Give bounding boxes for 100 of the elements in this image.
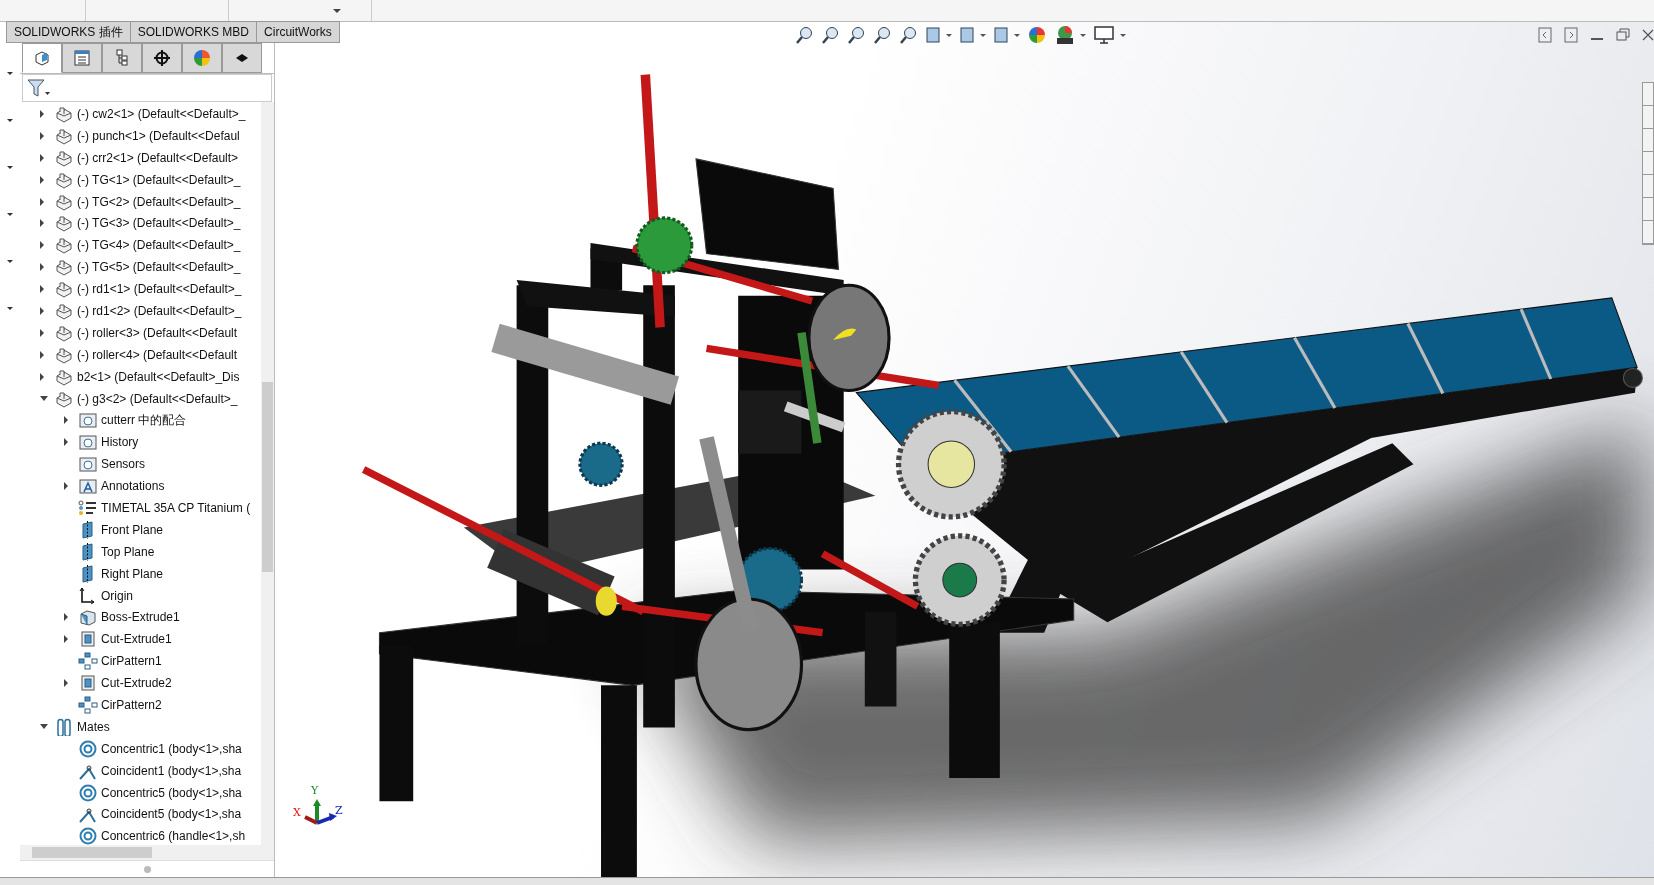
property-tab[interactable] — [62, 43, 102, 73]
view-tool-icon[interactable] — [873, 25, 893, 45]
expand-toggle[interactable] — [64, 416, 68, 425]
tree-item[interactable]: (-) roller<4> (Default<<Default — [77, 347, 238, 362]
expand-toggle[interactable] — [64, 613, 68, 622]
tree-item[interactable]: Cut-Extrude1 — [101, 632, 172, 647]
tree-item[interactable]: (-) g3<2> (Default<<Default>_ — [77, 391, 238, 406]
tree-item[interactable]: Coincident5 (body<1>,sha — [101, 807, 242, 822]
task-pane-tab[interactable] — [1643, 221, 1653, 244]
expand-toggle[interactable] — [64, 679, 68, 688]
task-pane-tab[interactable] — [1643, 152, 1653, 175]
tree-item[interactable]: Concentric6 (handle<1>,sh — [101, 829, 246, 844]
view-tool-icon[interactable] — [847, 25, 867, 45]
caret-icon[interactable] — [7, 260, 13, 263]
expand-toggle[interactable] — [40, 109, 44, 118]
mates-icon — [54, 717, 74, 736]
expand-toggle[interactable] — [40, 724, 48, 730]
expand-toggle[interactable] — [40, 219, 44, 228]
tree-item[interactable]: Annotations — [101, 479, 165, 494]
configuration-tab[interactable] — [102, 43, 142, 73]
tree-item[interactable]: Front Plane — [101, 522, 164, 537]
command-tab[interactable]: SOLIDWORKS 插件 — [6, 21, 131, 43]
monitor-icon[interactable] — [1093, 25, 1127, 45]
tree-item[interactable]: Sensors — [101, 457, 146, 472]
tree-item[interactable]: Boss-Extrude1 — [101, 610, 180, 625]
vertical-scrollbar[interactable] — [261, 102, 274, 845]
command-tab[interactable]: CircuitWorks — [257, 21, 340, 43]
caret-icon[interactable] — [7, 166, 13, 169]
tree-item[interactable]: Concentric1 (body<1>,sha — [101, 741, 242, 756]
expand-toggle[interactable] — [40, 241, 44, 250]
expand-toggle[interactable] — [40, 372, 44, 381]
tree-item[interactable]: History — [101, 435, 139, 450]
expand-toggle[interactable] — [40, 175, 44, 184]
expand-toggle[interactable] — [40, 328, 44, 337]
expand-toggle[interactable] — [40, 350, 44, 359]
expand-toggle[interactable] — [40, 153, 44, 162]
horizontal-scrollbar[interactable] — [20, 845, 274, 860]
color-wheel-icon — [193, 49, 211, 67]
tree-item[interactable]: b2<1> (Default<<Default>_Dis — [77, 369, 240, 384]
expand-toggle[interactable] — [40, 131, 44, 140]
dimxpert-tab[interactable] — [142, 43, 182, 73]
expand-toggle[interactable] — [40, 396, 48, 401]
view-orientation-icon[interactable] — [925, 25, 953, 45]
expand-toggle[interactable] — [64, 438, 68, 447]
tree-item[interactable]: (-) TG<4> (Default<<Default>_ — [77, 238, 241, 253]
tree-item[interactable]: (-) TG<1> (Default<<Default>_ — [77, 172, 241, 187]
filter-icon[interactable] — [27, 78, 51, 98]
tree-item[interactable]: (-) rd1<1> (Default<<Default>_ — [77, 282, 242, 297]
tree-item[interactable]: (-) punch<1> (Default<<Defaul — [77, 128, 240, 143]
tree-item[interactable]: TIMETAL 35A CP Titanium ( — [101, 500, 251, 515]
caret-icon[interactable] — [7, 307, 13, 310]
tree-item[interactable]: Coincident1 (body<1>,sha — [101, 763, 242, 778]
view-tool-icon[interactable] — [821, 25, 841, 45]
caret-icon[interactable] — [7, 119, 13, 122]
tree-item[interactable]: (-) rd1<2> (Default<<Default>_ — [77, 303, 242, 318]
view-tool-icon[interactable] — [795, 25, 815, 45]
caret-icon[interactable] — [7, 213, 13, 216]
tree-item[interactable]: (-) TG<5> (Default<<Default>_ — [77, 260, 241, 275]
expand-toggle[interactable] — [64, 635, 68, 644]
component-icon — [54, 148, 74, 167]
tree-item[interactable]: (-) cw2<1> (Default<<Default>_ — [77, 106, 246, 121]
task-pane-tab[interactable] — [1643, 198, 1653, 221]
close-icon[interactable] — [1642, 27, 1654, 43]
panel-left-icon[interactable] — [1538, 27, 1552, 43]
command-tab[interactable]: SOLIDWORKS MBD — [130, 21, 258, 43]
tree-item[interactable]: (-) roller<3> (Default<<Default — [77, 325, 238, 340]
tree-item[interactable]: (-) TG<3> (Default<<Default>_ — [77, 216, 241, 231]
expand-toggle[interactable] — [40, 306, 44, 315]
view-orientation-icon[interactable] — [993, 25, 1021, 45]
panel-right-icon[interactable] — [1564, 27, 1578, 43]
caret-icon[interactable] — [7, 72, 13, 75]
task-pane-tab[interactable] — [1643, 106, 1653, 129]
restore-icon[interactable] — [1616, 27, 1630, 43]
task-pane-tab[interactable] — [1643, 129, 1653, 152]
resize-handle[interactable] — [143, 865, 151, 873]
feature-tree-tab[interactable] — [22, 43, 62, 73]
tree-item[interactable]: CirPattern2 — [101, 698, 162, 712]
view-orientation-icon[interactable] — [959, 25, 987, 45]
task-pane-tab[interactable] — [1643, 175, 1653, 198]
tree-item[interactable]: Origin — [101, 588, 133, 603]
tree-item[interactable]: Right Plane — [101, 566, 164, 581]
task-pane-tab[interactable] — [1643, 83, 1653, 106]
tree-structure-icon — [113, 49, 131, 67]
tree-item[interactable]: cutterr 中的配合 — [101, 411, 187, 429]
tree-item[interactable]: CirPattern1 — [101, 654, 162, 669]
scene-icon[interactable] — [1055, 25, 1087, 45]
material-icon — [78, 498, 98, 517]
expand-toggle[interactable] — [40, 263, 44, 272]
tree-item[interactable]: Top Plane — [101, 544, 155, 559]
tree-item[interactable]: Cut-Extrude2 — [101, 676, 172, 691]
chip-tab[interactable] — [222, 43, 262, 73]
expand-toggle[interactable] — [64, 482, 68, 491]
expand-toggle[interactable] — [40, 285, 44, 294]
tree-item[interactable]: Mates — [77, 719, 110, 734]
tree-item[interactable]: (-) crr2<1> (Default<<Default> — [77, 150, 239, 165]
caret-icon[interactable] — [333, 8, 341, 13]
view-tool-icon[interactable] — [899, 25, 919, 45]
expand-toggle[interactable] — [40, 197, 44, 206]
tree-item[interactable]: (-) TG<2> (Default<<Default>_ — [77, 194, 241, 209]
tree-item[interactable]: Concentric5 (body<1>,sha — [101, 785, 242, 800]
